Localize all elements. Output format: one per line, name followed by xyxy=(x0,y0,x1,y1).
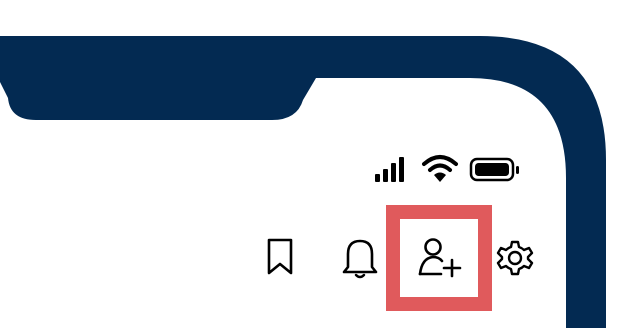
device-frame xyxy=(0,36,606,328)
wifi-icon xyxy=(422,155,458,182)
status-icons xyxy=(375,155,519,182)
cellular-signal-icon xyxy=(375,157,404,182)
bookmark-icon[interactable] xyxy=(264,237,296,277)
status-bar xyxy=(372,154,528,188)
battery-icon xyxy=(469,157,519,182)
add-user-icon[interactable] xyxy=(417,236,465,280)
gear-icon[interactable] xyxy=(495,238,535,278)
phone-screen xyxy=(0,0,642,328)
bell-icon[interactable] xyxy=(340,236,380,280)
